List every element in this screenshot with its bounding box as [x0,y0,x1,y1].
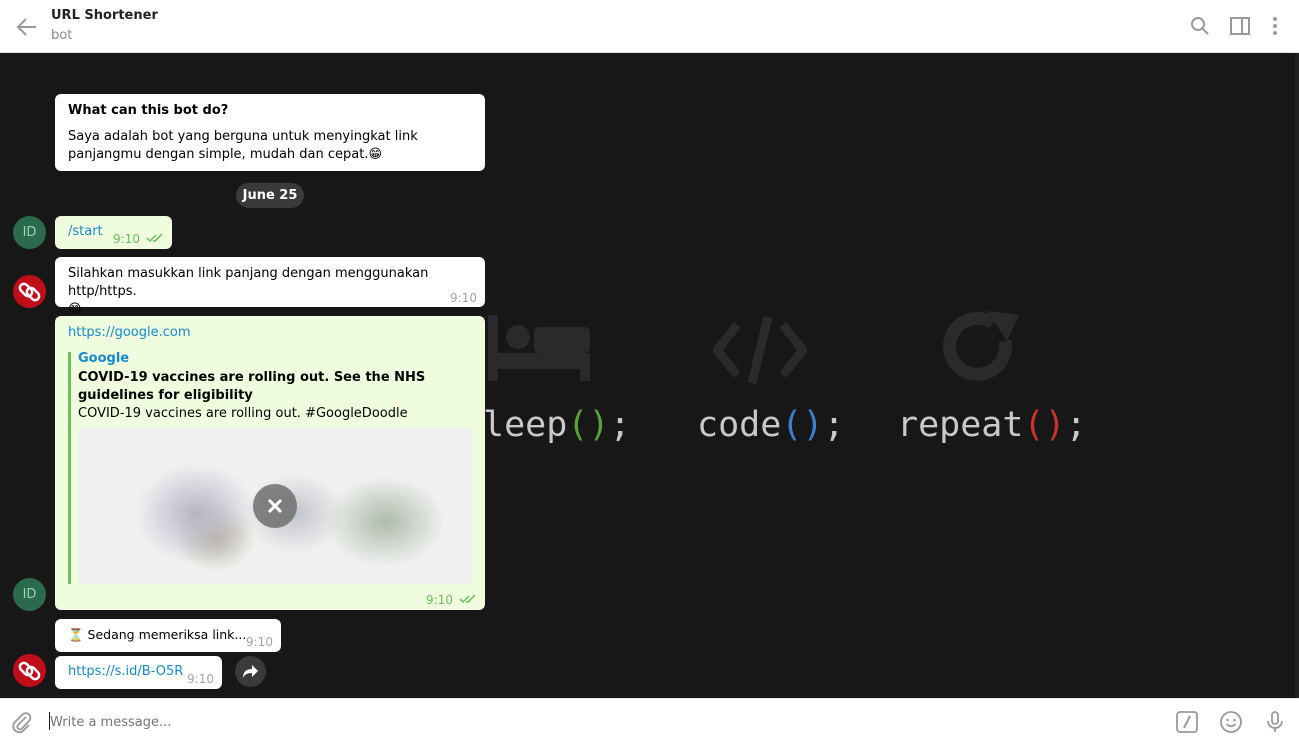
message-url-link[interactable]: https://google.com [68,324,191,342]
link-icon [18,661,41,681]
wallpaper-code-text: code(); [697,405,845,445]
message-time: 9:10 [450,291,477,305]
intro-body: Saya adalah bot yang berguna untuk menyi… [68,129,418,162]
close-preview-button[interactable] [253,484,297,528]
scrollbar[interactable] [1295,53,1299,698]
repeat-icon [941,311,1021,391]
message-time: 9:10 [113,232,140,246]
slash-command-icon[interactable] [1175,710,1199,734]
search-icon[interactable] [1189,15,1211,37]
share-icon [243,665,258,678]
user-avatar[interactable]: ID [13,578,46,611]
wallpaper-repeat-text: repeat(); [897,405,1087,445]
bot-avatar[interactable] [13,275,46,308]
message-bot-instruction[interactable]: Silahkan masukkan link panjang dengan me… [55,257,485,317]
message-checking[interactable]: ⏳ Sedang memeriksa link... 9:10 [55,619,281,652]
message-start[interactable]: /start 9:10 [55,216,172,249]
double-check-icon [459,594,476,604]
wallpaper-sleep-text: leep(); [483,405,631,445]
smile-emoji: 😊 [68,302,82,317]
link-icon [18,282,41,302]
code-tag-icon [711,315,809,389]
back-arrow-icon[interactable] [14,14,40,40]
short-url-link[interactable]: https://s.id/B-O5R [68,663,183,681]
message-input[interactable] [50,711,1150,733]
share-button[interactable] [235,656,266,687]
message-short-link[interactable]: https://s.id/B-O5R 9:10 [55,656,222,689]
more-vertical-icon[interactable] [1264,15,1286,37]
message-composer [0,698,1299,744]
message-time: 9:10 [246,635,273,649]
chat-subtitle: bot [51,28,73,43]
paperclip-icon[interactable] [10,710,34,734]
chat-title[interactable]: URL Shortener [51,8,158,23]
preview-accent-bar [68,352,71,584]
emoji-icon[interactable] [1219,710,1243,734]
double-check-icon [146,233,163,243]
date-separator: June 25 [236,183,304,208]
message-text: ⏳ Sedang memeriksa link... [68,627,247,642]
user-avatar[interactable]: ID [13,216,46,249]
bot-avatar[interactable] [13,654,46,687]
sidebar-toggle-icon[interactable] [1229,15,1251,37]
message-text: Silahkan masukkan link panjang dengan me… [68,266,429,317]
intro-title: What can this bot do? [68,103,229,118]
close-icon [267,498,283,514]
chat-header: URL Shortener bot [0,0,1299,53]
command-link[interactable]: /start [68,223,103,241]
preview-description: COVID-19 vaccines are rolling out. #Goog… [78,406,408,421]
bed-icon [488,315,592,385]
microphone-icon[interactable] [1263,710,1287,734]
preview-site-name[interactable]: Google [78,351,129,366]
message-time: 9:10 [426,593,453,607]
message-time: 9:10 [187,672,214,686]
bot-intro-card: What can this bot do? Saya adalah bot ya… [55,94,485,171]
preview-title: COVID-19 vaccines are rolling out. See t… [78,370,426,403]
chat-area[interactable]: leep(); code(); repeat(); What can this … [0,53,1299,698]
